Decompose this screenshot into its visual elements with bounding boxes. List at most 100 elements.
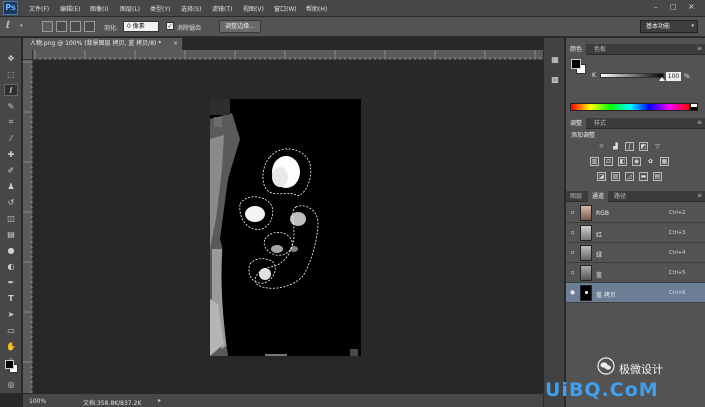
k-percent-label: % (684, 73, 690, 80)
menu-filter[interactable]: 滤镜(T) (212, 4, 232, 13)
black-white-swatch[interactable] (690, 103, 698, 111)
crop-tool-icon[interactable]: ⌗ (4, 116, 18, 128)
healing-brush-tool-icon[interactable]: ✚ (4, 148, 18, 160)
right-panels: 颜色 色板 ≡ K 100 % 调整 样式 ≡ 添加调整 ☼ ▟ ∫ ◩ ▽ ▥… (566, 38, 705, 407)
watermark-text: 极微设计 (619, 363, 663, 376)
color-spectrum-bar[interactable] (570, 103, 690, 111)
tab-adjustments[interactable]: 调整 (566, 118, 587, 129)
menu-layer[interactable]: 图层(L) (120, 4, 140, 13)
eyedropper-tool-icon[interactable]: ⁄ (4, 132, 18, 144)
menu-help[interactable]: 帮助(H) (306, 4, 327, 13)
horizontal-ruler[interactable] (33, 50, 543, 60)
eye-icon[interactable]: ◉ (569, 289, 576, 296)
menu-view[interactable]: 视图(V) (243, 4, 264, 13)
channel-mixer-icon[interactable]: ✿ (646, 157, 655, 166)
gradient-map-icon[interactable]: ▬ (639, 172, 648, 181)
menu-select[interactable]: 选择(S) (181, 4, 202, 13)
channel-row-blue[interactable]: ▫ 蓝 Ctrl+5 (566, 263, 705, 283)
foreground-color[interactable] (571, 59, 581, 69)
blur-tool-icon[interactable]: ● (4, 244, 18, 256)
tab-layers[interactable]: 图层 (566, 191, 586, 202)
visibility-toggle[interactable]: ▫ (569, 269, 576, 276)
clone-stamp-tool-icon[interactable]: ♟ (4, 180, 18, 192)
close-icon[interactable]: × (173, 38, 178, 50)
foreground-color-swatch[interactable] (5, 360, 14, 369)
hue-saturation-icon[interactable]: ⚖ (604, 157, 613, 166)
marquee-tool-icon[interactable]: ⬚ (4, 68, 18, 80)
feather-input[interactable]: 0 像素 (123, 21, 159, 32)
levels-icon[interactable]: ▟ (611, 142, 620, 151)
status-menu-arrow-icon[interactable]: ▸ (158, 397, 161, 404)
gradient-map-triangle-icon[interactable]: ▽ (653, 142, 662, 151)
channel-shortcut: Ctrl+5 (669, 270, 686, 276)
visibility-toggle[interactable]: ▫ (569, 249, 576, 256)
channel-row-blue-copy[interactable]: ◉ 蓝 拷贝 Ctrl+6 (566, 283, 705, 303)
k-slider-thumb[interactable] (659, 77, 665, 81)
workspace-select[interactable]: 基本功能 ▾ (640, 20, 698, 33)
document-tab[interactable]: 人物.png @ 100% (背景图层 拷贝, 蓝 拷贝/8) * × (23, 38, 183, 50)
vibrance-icon[interactable]: ▥ (590, 157, 599, 166)
zoom-level[interactable]: 100% (29, 398, 46, 405)
dodge-tool-icon[interactable]: ◐ (4, 260, 18, 272)
eraser-tool-icon[interactable]: ◫ (4, 212, 18, 224)
k-slider[interactable] (600, 73, 664, 78)
menu-file[interactable]: 文件(F) (29, 4, 49, 13)
intersect-selection-icon[interactable] (84, 21, 95, 32)
photo-filter-icon[interactable]: ◉ (632, 157, 641, 166)
posterize-icon[interactable]: ▨ (611, 172, 620, 181)
exposure-icon[interactable]: ◩ (639, 142, 648, 151)
move-tool-icon[interactable]: ✥ (4, 52, 18, 64)
menu-window[interactable]: 窗口(W) (274, 4, 297, 13)
k-value-input[interactable]: 100 (666, 72, 681, 81)
menu-edit[interactable]: 编辑(E) (60, 4, 80, 13)
black-white-icon[interactable]: ◧ (618, 157, 627, 166)
restore-icon[interactable]: □ (670, 3, 677, 11)
close-window-icon[interactable]: × (688, 2, 695, 11)
add-selection-icon[interactable] (56, 21, 67, 32)
new-selection-icon[interactable] (42, 21, 53, 32)
chevron-down-icon[interactable]: ▾ (20, 23, 23, 29)
channel-row-green[interactable]: ▫ 绿 Ctrl+4 (566, 243, 705, 263)
channel-row-red[interactable]: ▫ 红 Ctrl+3 (566, 223, 705, 243)
path-selection-tool-icon[interactable]: ➤ (4, 308, 18, 320)
minimize-icon[interactable]: – (654, 3, 658, 11)
pen-tool-icon[interactable]: ✒ (4, 276, 18, 288)
tab-color[interactable]: 颜色 (566, 44, 587, 55)
refine-edge-button[interactable]: 调整边缘... (219, 20, 261, 33)
brightness-icon[interactable]: ☼ (597, 142, 606, 151)
visibility-toggle[interactable]: ▫ (569, 209, 576, 216)
rectangle-tool-icon[interactable]: ▭ (4, 324, 18, 336)
menu-type[interactable]: 类型(Y) (150, 4, 170, 13)
quick-selection-tool-icon[interactable]: ✎ (4, 100, 18, 112)
invert-icon[interactable]: ◪ (597, 172, 606, 181)
type-tool-icon[interactable]: T (4, 292, 18, 304)
tab-styles[interactable]: 样式 (590, 118, 610, 129)
channel-row-rgb[interactable]: ▫ RGB Ctrl+2 (566, 203, 705, 223)
menu-image[interactable]: 图像(I) (90, 4, 108, 13)
panel-menu-icon[interactable]: ≡ (697, 45, 702, 52)
antialias-checkbox[interactable]: ✓ (166, 22, 174, 30)
document-image[interactable] (210, 99, 361, 356)
panel-menu-icon[interactable]: ≡ (697, 119, 702, 126)
selective-color-icon[interactable]: ▤ (653, 172, 662, 181)
lasso-tool-preset-icon[interactable]: ℓ (6, 20, 10, 31)
history-brush-tool-icon[interactable]: ↺ (4, 196, 18, 208)
tab-channels[interactable]: 通道 (588, 191, 609, 202)
properties-panel-icon[interactable]: ▩ (548, 72, 562, 86)
curves-icon[interactable]: ∫ (625, 142, 634, 151)
hand-tool-icon[interactable]: ✋ (4, 340, 18, 352)
brush-tool-icon[interactable]: ✐ (4, 164, 18, 176)
panel-menu-icon[interactable]: ≡ (697, 192, 702, 199)
workspace-select-value: 基本功能 (646, 23, 671, 30)
color-lookup-icon[interactable]: ▦ (660, 157, 669, 166)
threshold-icon[interactable]: ◿ (625, 172, 634, 181)
lasso-tool-icon[interactable]: ℓ (4, 84, 18, 96)
subtract-selection-icon[interactable] (70, 21, 81, 32)
history-panel-icon[interactable]: ▦ (548, 52, 562, 66)
visibility-toggle[interactable]: ▫ (569, 229, 576, 236)
gradient-tool-icon[interactable]: ▤ (4, 228, 18, 240)
vertical-ruler[interactable] (23, 60, 33, 393)
quick-mask-icon[interactable]: ◎ (4, 378, 18, 390)
tab-paths[interactable]: 路径 (610, 191, 630, 202)
tab-swatches[interactable]: 色板 (590, 44, 610, 55)
